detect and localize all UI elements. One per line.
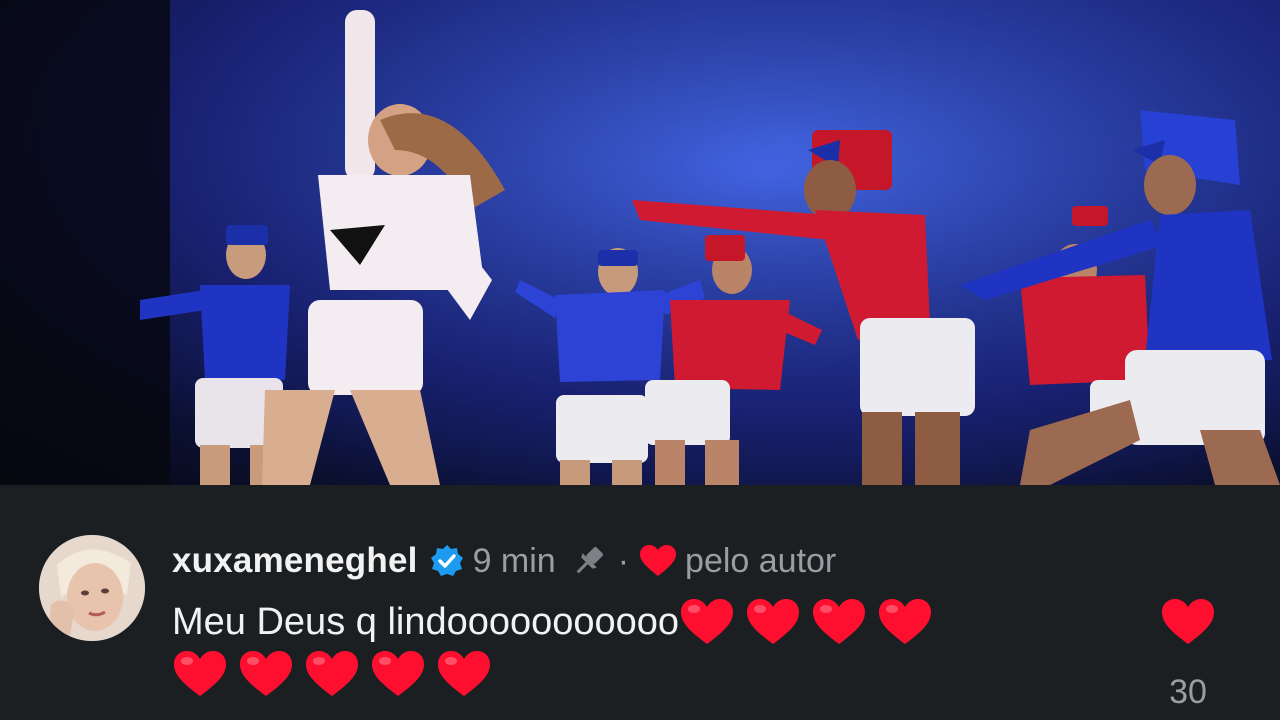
red-heart-emoji: [811, 597, 867, 647]
like-button[interactable]: [1160, 597, 1216, 647]
username[interactable]: xuxameneghel: [172, 541, 418, 581]
liked-by-author-label: pelo autor: [685, 541, 837, 580]
post-photo[interactable]: [0, 0, 1280, 485]
like-count[interactable]: 30: [1150, 673, 1226, 712]
red-heart-emoji: [745, 597, 801, 647]
red-heart-emoji: [172, 649, 228, 699]
separator-dot: ·: [617, 541, 630, 580]
comment-meta: xuxameneghel 9 min · pelo autor: [172, 539, 836, 583]
red-heart-emoji: [679, 597, 735, 647]
verified-badge-icon: [430, 544, 464, 578]
author-liked-heart-icon: [639, 544, 677, 578]
red-heart-emoji: [238, 649, 294, 699]
heart-icon: [1162, 599, 1214, 644]
red-heart-emoji: [370, 649, 426, 699]
comment-body: Meu Deus q lindooooooooooo: [172, 595, 1052, 699]
red-heart-emoji: [436, 649, 492, 699]
pin-icon: [570, 542, 608, 580]
red-heart-emoji: [877, 597, 933, 647]
comment-item: xuxameneghel 9 min · pelo autor Meu Deus…: [0, 485, 1280, 720]
stage-performance-image: [0, 0, 1280, 485]
red-heart-emoji: [304, 649, 360, 699]
profile-photo-icon: [39, 535, 145, 641]
comment-text: Meu Deus q lindooooooooooo: [172, 601, 680, 643]
comment-time: 9 min: [472, 541, 556, 580]
avatar[interactable]: [39, 535, 145, 641]
